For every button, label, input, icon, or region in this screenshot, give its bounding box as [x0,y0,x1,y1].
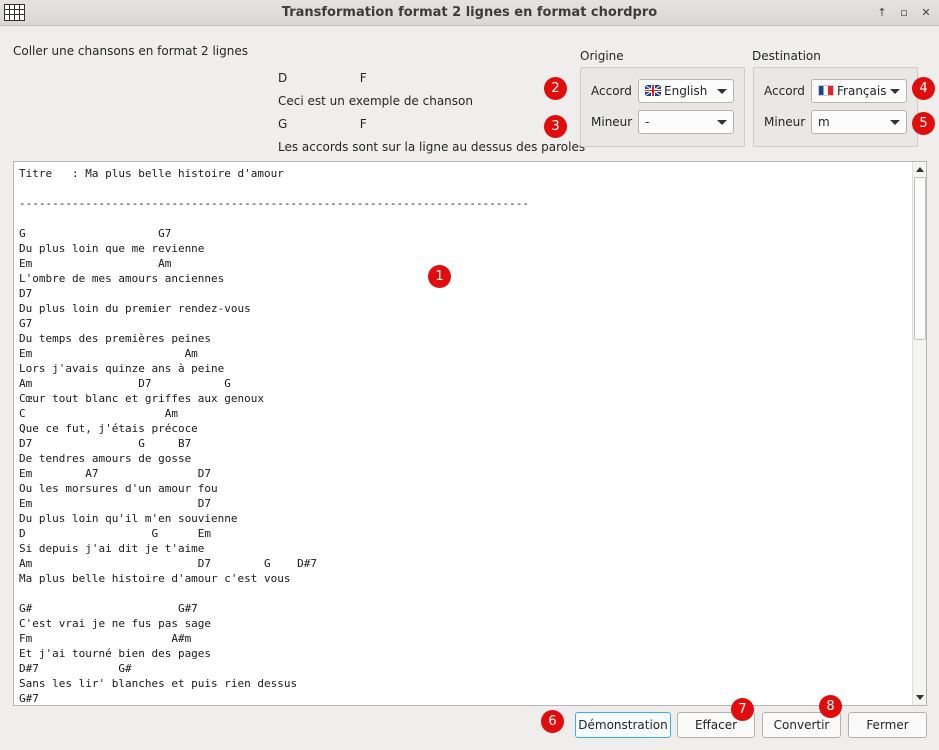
destination-mineur-label: Mineur [764,115,806,129]
vertical-scrollbar[interactable] [912,162,926,705]
origine-mineur-select[interactable]: - [638,110,734,134]
demo-button[interactable]: Démonstration [575,712,671,738]
destination-accord-select[interactable]: Français [811,79,907,103]
close-button[interactable]: Fermer [848,712,927,738]
annotation-badge-5: 5 [912,112,935,135]
origine-mineur-value: - [645,115,650,129]
chevron-down-icon [717,120,727,125]
annotation-badge-3: 3 [544,115,567,138]
song-text-editor[interactable]: Titre : Ma plus belle histoire d'amour -… [13,161,927,706]
scrollbar-thumb[interactable] [914,177,926,340]
annotation-badge-7: 7 [731,698,754,721]
example-lyrics-1: Ceci est un exemple de chanson [278,94,473,108]
destination-title: Destination [752,49,821,63]
keep-above-icon[interactable]: ↑ [874,6,890,20]
instructions-heading: Coller une chansons en format 2 lignes [13,44,248,58]
annotation-badge-8: 8 [819,695,842,718]
restore-icon[interactable]: ▫ [896,6,912,20]
close-icon[interactable]: ✕ [918,6,934,20]
destination-accord-label: Accord [764,84,805,98]
destination-mineur-select[interactable]: m [811,110,907,134]
chevron-down-icon [890,120,900,125]
fr-flag-icon [818,85,834,96]
example-chords-1: D F [278,71,367,85]
annotation-badge-4: 4 [912,77,935,100]
annotation-badge-6: 6 [541,710,564,733]
origine-accord-select[interactable]: English [638,79,734,103]
title-bar: Transformation format 2 lignes en format… [0,0,939,26]
destination-mineur-value: m [818,115,830,129]
scroll-down-arrow-icon[interactable] [913,690,927,704]
chevron-down-icon [890,89,900,94]
annotation-badge-1: 1 [428,265,451,288]
destination-group: Accord Français Mineur m [753,67,918,147]
origine-accord-value: English [664,84,708,98]
uk-flag-icon [645,85,661,96]
example-lyrics-2: Les accords sont sur la ligne au dessus … [278,140,586,154]
chevron-down-icon [717,89,727,94]
origine-mineur-label: Mineur [591,115,633,129]
origine-group: Accord English Mineur - [580,67,745,147]
annotation-badge-2: 2 [544,77,567,100]
origine-accord-label: Accord [591,84,632,98]
origine-title: Origine [580,49,624,63]
example-chords-2: G F [278,117,367,131]
window-title: Transformation format 2 lignes en format… [281,5,658,20]
scroll-up-arrow-icon[interactable] [913,163,927,177]
destination-accord-value: Français [837,84,887,98]
song-text-content[interactable]: Titre : Ma plus belle histoire d'amour -… [19,166,906,705]
